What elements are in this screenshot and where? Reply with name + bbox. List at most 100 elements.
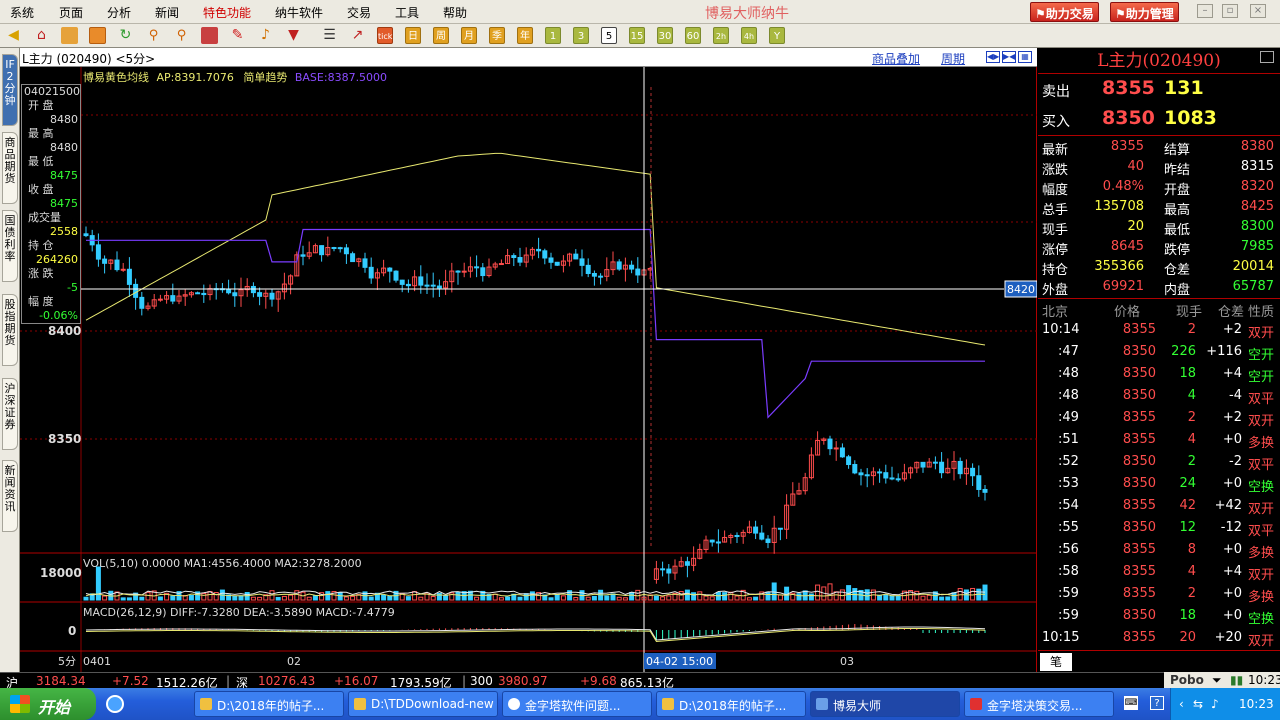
period-4h[interactable]: 4h [741, 27, 757, 44]
task-boyi-master[interactable]: 博易大师 [810, 691, 960, 717]
calendar-icon[interactable] [89, 27, 106, 44]
vtab-news-info[interactable]: 新闻资讯 [2, 460, 18, 532]
vtab-commodity-futures[interactable]: 商品期货 [2, 132, 18, 204]
candle-body [542, 250, 548, 259]
candle-body [839, 447, 845, 458]
vtab-index-futures[interactable]: 股指期货 [2, 294, 18, 366]
tick-diff: +4 [1222, 366, 1242, 381]
trend-chart-icon[interactable]: ↗ [349, 27, 366, 44]
period-60min[interactable]: 60 [685, 27, 701, 44]
menu-help[interactable]: 帮助 [443, 4, 467, 21]
volume-bar [604, 595, 610, 601]
buy-price: 8350 [1102, 107, 1155, 129]
grid-icon[interactable]: ▦ [1018, 51, 1032, 63]
quote-stat-value: 0.48% [1102, 179, 1144, 194]
volume-icon[interactable]: ♪ [1211, 697, 1219, 711]
volume-bar [864, 589, 870, 601]
refresh-icon[interactable]: ↻ [117, 27, 134, 44]
windows-logo-icon [10, 695, 30, 713]
menu-trade[interactable]: 交易 [347, 4, 371, 21]
period-link[interactable]: 周期 [941, 50, 965, 67]
volume-bar [914, 590, 920, 601]
expand-icon[interactable]: ▶◀ [1002, 51, 1016, 63]
menu-system[interactable]: 系统 [10, 4, 34, 21]
vtab-hs-securities[interactable]: 沪深证券 [2, 378, 18, 450]
vtab-if-2min[interactable]: IF2分钟 [2, 54, 18, 126]
macd-dea-line [85, 628, 986, 643]
period-1min[interactable]: 1 [545, 27, 561, 44]
period-2h[interactable]: 2h [713, 27, 729, 44]
period-5min[interactable]: 5 [601, 27, 617, 44]
task-folder-1-label: D:\2018年的帖子... [217, 699, 325, 713]
menu-tools[interactable]: 工具 [395, 4, 419, 21]
c300-index: 3980.97 [498, 674, 548, 688]
period-3min[interactable]: 3 [573, 27, 589, 44]
maximize-panel-icon[interactable] [1260, 51, 1274, 63]
vtab-treasury-rates[interactable]: 国债利率 [2, 210, 18, 282]
period-day[interactable]: 日 [405, 27, 421, 44]
quote-title: L主力(020490) [1038, 48, 1280, 74]
window-icon[interactable] [201, 27, 218, 44]
period-30min[interactable]: 30 [657, 27, 673, 44]
candle-body [319, 245, 325, 256]
task-folder-2[interactable]: D:\TDDownload-new [348, 691, 498, 717]
period-month[interactable]: 月 [461, 27, 477, 44]
keyboard-icon[interactable]: ⌨ [1124, 696, 1138, 710]
period-year[interactable]: 年 [517, 27, 533, 44]
bell-icon[interactable]: ♪ [257, 27, 274, 44]
menu-news[interactable]: 新闻 [155, 4, 179, 21]
book-icon[interactable] [61, 27, 78, 44]
menu-analysis[interactable]: 分析 [107, 4, 131, 21]
assist-manage-button[interactable]: ⚑助力管理 [1110, 2, 1179, 22]
candle-body [517, 257, 523, 263]
start-button[interactable]: 开始 [0, 688, 96, 720]
task-folder-3[interactable]: D:\2018年的帖子... [656, 691, 806, 717]
sz-change: +16.07 [334, 674, 379, 688]
task-pyramid[interactable]: 金字塔决策交易... [964, 691, 1114, 717]
tick-row: :59 8350 18 +0 空换 [1038, 605, 1280, 627]
candle-body [257, 292, 263, 297]
volume-bar [622, 597, 628, 601]
kline-chart-area[interactable]: L主力 (020490) <5分> 商品叠加 周期 ◀▶ ▶◀ ▦ 博易黄色均线… [20, 48, 1037, 672]
task-folder-1[interactable]: D:\2018年的帖子... [194, 691, 344, 717]
filter-status-icon[interactable]: ⏷ [1212, 673, 1222, 688]
period-week[interactable]: 周 [433, 27, 449, 44]
home-icon[interactable]: ⌂ [33, 27, 50, 44]
tick-volume: 4 [1187, 388, 1196, 403]
volume-bar [102, 595, 108, 601]
menu-special-features[interactable]: 特色功能 [203, 4, 251, 21]
pen-icon[interactable]: ✎ [229, 27, 246, 44]
period-y[interactable]: Y [769, 27, 785, 44]
tick-row: :52 8350 2 -2 双平 [1038, 451, 1280, 473]
info-label: 最 低 [28, 155, 54, 168]
task-browser[interactable]: 金字塔软件问题... [502, 691, 652, 717]
zoom-out-icon[interactable]: ⚲ [173, 27, 190, 44]
tick-tab[interactable]: 笔 [1040, 653, 1072, 671]
tray-expand-icon[interactable]: ‹ [1179, 697, 1184, 711]
period-quarter[interactable]: 季 [489, 27, 505, 44]
quote-stat-row: 涨停 8645 跌停 7985 [1038, 237, 1280, 258]
volume-bar [734, 595, 740, 601]
network-icon[interactable]: ⇆ [1193, 697, 1203, 711]
quote-stat-value: 20 [1127, 219, 1144, 234]
x-label-period: 5分 [58, 655, 76, 668]
shrink-icon[interactable]: ◀▶ [986, 51, 1000, 63]
help-icon[interactable]: ? [1150, 696, 1164, 710]
period-tick[interactable]: tick [377, 27, 393, 44]
menu-page[interactable]: 页面 [59, 4, 83, 21]
tick-price: 8350 [1122, 366, 1156, 381]
menu-naniu-software[interactable]: 纳牛软件 [275, 4, 323, 21]
close-icon[interactable]: × [1250, 4, 1266, 18]
tick-time: :48 [1058, 388, 1079, 403]
filter-icon[interactable]: ▼ [285, 27, 302, 44]
restore-icon[interactable]: ▫ [1222, 4, 1238, 18]
back-arrow-icon[interactable]: ◀ [5, 27, 22, 44]
list-icon[interactable]: ☰ [321, 27, 338, 44]
assist-trade-button[interactable]: ⚑助力交易 [1030, 2, 1099, 22]
sell-price: 8355 [1102, 77, 1155, 99]
overlay-commodity-link[interactable]: 商品叠加 [872, 50, 920, 67]
ie-icon[interactable] [106, 695, 124, 713]
period-15min[interactable]: 15 [629, 27, 645, 44]
minimize-icon[interactable]: – [1197, 4, 1213, 18]
zoom-in-icon[interactable]: ⚲ [145, 27, 162, 44]
